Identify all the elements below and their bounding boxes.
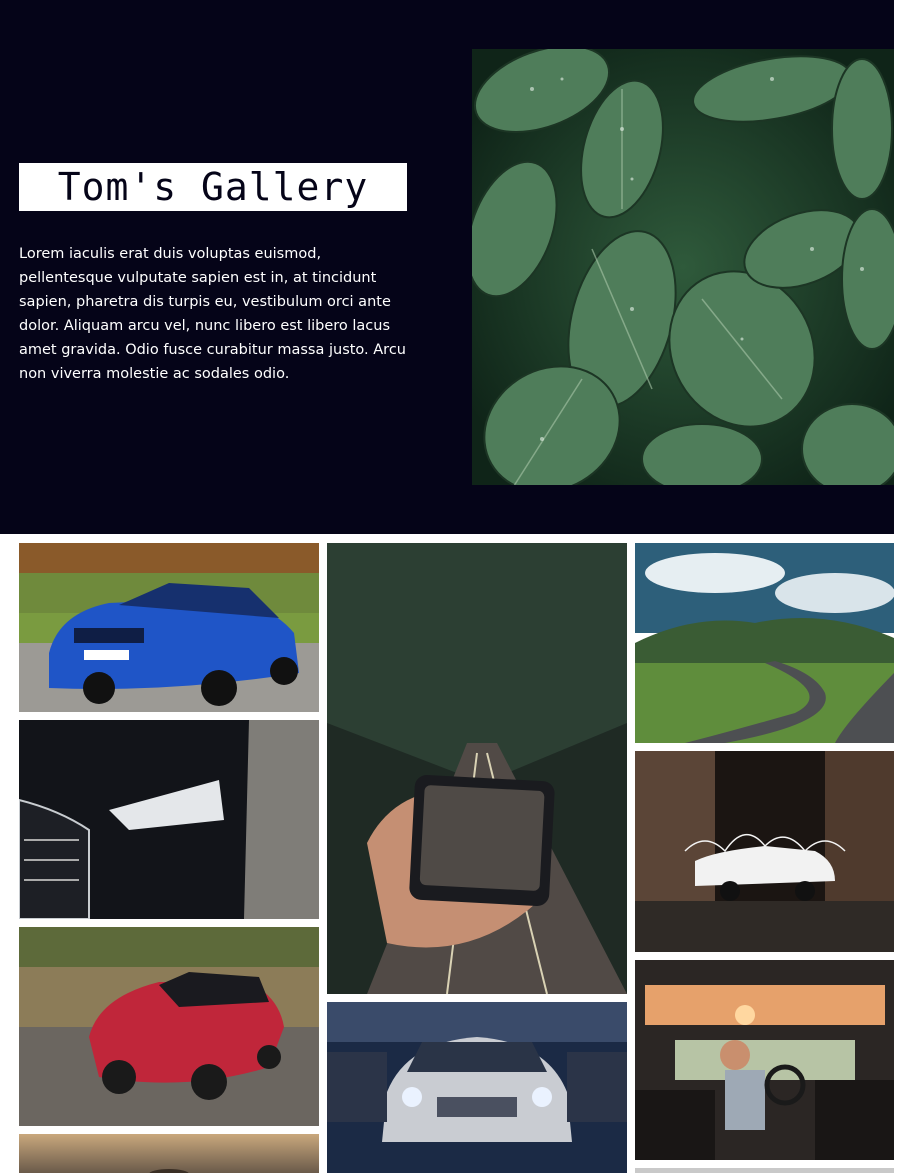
gallery-photo-partial[interactable] — [635, 1168, 894, 1173]
mountain-road-photo[interactable] — [635, 543, 894, 743]
silver-mercedes-photo[interactable] — [327, 1002, 627, 1173]
sunset-car-photo[interactable] — [19, 1134, 319, 1173]
man-driving-photo[interactable] — [635, 960, 894, 1160]
blue-car-photo[interactable] — [19, 543, 319, 712]
leaves-photo — [472, 49, 894, 485]
page-title: Tom's Gallery — [57, 165, 369, 209]
red-sports-car-photo[interactable] — [19, 927, 319, 1126]
intro-text: Lorem iaculis erat duis voluptas euismod… — [19, 246, 406, 382]
white-car-night-photo[interactable] — [635, 751, 894, 952]
title-box: Tom's Gallery — [19, 163, 407, 211]
hero-section: Tom's Gallery Lorem iaculis erat duis vo… — [0, 0, 894, 534]
phone-road-photo[interactable] — [327, 543, 627, 994]
black-car-headlight-photo[interactable] — [19, 720, 319, 919]
